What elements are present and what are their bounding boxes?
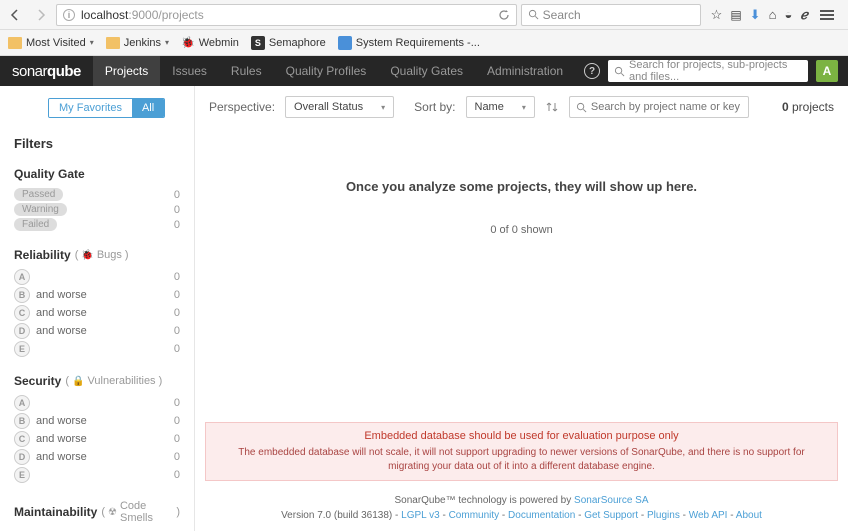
filters-title: Filters bbox=[14, 136, 194, 151]
facet-maintainability: Maintainability ( ☢ Code Smells ) A0 Ban… bbox=[14, 500, 194, 531]
user-avatar[interactable]: A bbox=[816, 60, 838, 82]
page-icon bbox=[338, 36, 352, 50]
sortby-select[interactable]: Name▾ bbox=[466, 96, 535, 118]
forward-button[interactable] bbox=[30, 4, 52, 26]
bookmark-most-visited[interactable]: Most Visited ▾ bbox=[8, 37, 94, 49]
bookmarks-bar: Most Visited ▾ Jenkins ▾ 🐞 Webmin S Sema… bbox=[0, 30, 848, 56]
warning-title: Embedded database should be used for eva… bbox=[226, 429, 817, 444]
chevron-down-icon: ▾ bbox=[165, 38, 169, 47]
bookmark-semaphore[interactable]: S Semaphore bbox=[251, 36, 326, 50]
nav-projects[interactable]: Projects bbox=[93, 56, 160, 86]
facet-security: Security ( 🔒 Vulnerabilities ) A0 Band w… bbox=[14, 374, 194, 484]
search-icon bbox=[614, 66, 625, 77]
radiation-icon: ☢ bbox=[108, 507, 117, 518]
sonarsource-link[interactable]: SonarSource SA bbox=[574, 495, 649, 506]
facet-row-failed[interactable]: Failed 0 bbox=[14, 217, 180, 232]
ladybug-icon: 🐞 bbox=[181, 36, 195, 49]
empty-message: Once you analyze some projects, they wil… bbox=[346, 179, 697, 194]
all-tab[interactable]: All bbox=[132, 99, 164, 117]
footer-link[interactable]: About bbox=[736, 510, 762, 521]
facet-header: Security ( 🔒 Vulnerabilities ) bbox=[14, 374, 180, 388]
project-search[interactable] bbox=[569, 96, 749, 118]
sortby-label: Sort by: bbox=[414, 100, 455, 114]
sidebar: My Favorites All Filters Quality Gate Pa… bbox=[0, 86, 195, 531]
chevron-down-icon: ▾ bbox=[90, 38, 94, 47]
nav-quality-profiles[interactable]: Quality Profiles bbox=[274, 56, 379, 86]
nav-issues[interactable]: Issues bbox=[160, 56, 219, 86]
footer-link[interactable]: Get Support bbox=[584, 510, 638, 521]
shown-count: 0 of 0 shown bbox=[490, 224, 552, 236]
facet-row-a[interactable]: A0 bbox=[14, 268, 180, 286]
sort-direction-button[interactable] bbox=[545, 100, 559, 114]
projects-count: 0 projects bbox=[782, 100, 834, 114]
bug-icon: 🐞 bbox=[81, 250, 93, 261]
nav-administration[interactable]: Administration bbox=[475, 56, 575, 86]
facet-header: Reliability ( 🐞 Bugs ) bbox=[14, 248, 180, 262]
app-logo[interactable]: sonarqube bbox=[0, 63, 93, 80]
projects-body: Once you analyze some projects, they wil… bbox=[195, 129, 848, 422]
warning-text: The embedded database will not scale, it… bbox=[238, 447, 804, 472]
project-search-input[interactable] bbox=[591, 101, 742, 113]
facet-row-warning[interactable]: Warning 0 bbox=[14, 202, 180, 217]
warning-banner: Embedded database should be used for eva… bbox=[205, 422, 838, 481]
pocket-icon[interactable]: ◒ bbox=[784, 7, 792, 22]
bookmark-webmin[interactable]: 🐞 Webmin bbox=[181, 36, 239, 49]
favorites-toggle: My Favorites All bbox=[48, 98, 165, 118]
reload-button[interactable] bbox=[498, 9, 510, 21]
semaphore-icon: S bbox=[251, 36, 265, 50]
folder-icon bbox=[106, 37, 120, 49]
folder-icon bbox=[8, 37, 22, 49]
chevron-down-icon: ▾ bbox=[381, 103, 385, 112]
bookmark-sysreq[interactable]: System Requirements -... bbox=[338, 36, 480, 50]
facet-row-b[interactable]: Band worse0 bbox=[14, 412, 180, 430]
facet-row-e[interactable]: E0 bbox=[14, 466, 180, 484]
facet-row-c[interactable]: Cand worse0 bbox=[14, 304, 180, 322]
back-button[interactable] bbox=[4, 4, 26, 26]
projects-toolbar: Perspective: Overall Status▾ Sort by: Na… bbox=[195, 86, 848, 129]
chevron-down-icon: ▾ bbox=[522, 103, 526, 112]
facet-header: Maintainability ( ☢ Code Smells ) bbox=[14, 500, 180, 524]
reader-icon[interactable]: ▤ bbox=[730, 8, 741, 22]
star-icon[interactable]: ☆ bbox=[711, 7, 723, 23]
footer-link[interactable]: Plugins bbox=[647, 510, 680, 521]
search-icon bbox=[528, 9, 539, 20]
bookmark-jenkins[interactable]: Jenkins ▾ bbox=[106, 37, 169, 49]
app-search[interactable]: Search for projects, sub-projects and fi… bbox=[608, 60, 808, 82]
perspective-select[interactable]: Overall Status▾ bbox=[285, 96, 394, 118]
facet-header: Quality Gate bbox=[14, 167, 180, 181]
facet-row-d[interactable]: Dand worse0 bbox=[14, 448, 180, 466]
footer-link[interactable]: Web API bbox=[689, 510, 728, 521]
facet-row-c[interactable]: Cand worse0 bbox=[14, 430, 180, 448]
menu-button[interactable] bbox=[816, 10, 838, 20]
info-icon: i bbox=[63, 9, 75, 21]
lock-icon: 🔒 bbox=[72, 376, 84, 387]
main-content: Perspective: Overall Status▾ Sort by: Na… bbox=[195, 86, 848, 531]
nav-quality-gates[interactable]: Quality Gates bbox=[378, 56, 475, 86]
url-bar[interactable]: i localhost:9000/projects bbox=[56, 4, 517, 26]
browser-toolbar: i localhost:9000/projects Search ☆ ▤ ⬇ ⌂… bbox=[0, 0, 848, 30]
footer-link[interactable]: LGPL v3 bbox=[401, 510, 440, 521]
facet-row-e[interactable]: E0 bbox=[14, 340, 180, 358]
facet-quality-gate: Quality Gate Passed 0 Warning 0 Failed 0 bbox=[14, 167, 194, 232]
facet-row-a[interactable]: A0 bbox=[14, 394, 180, 412]
help-button[interactable]: ? bbox=[584, 63, 600, 79]
footer-link[interactable]: Documentation bbox=[508, 510, 575, 521]
facet-row-d[interactable]: Dand worse0 bbox=[14, 322, 180, 340]
my-favorites-tab[interactable]: My Favorites bbox=[49, 99, 132, 117]
footer: SonarQube™ technology is powered by Sona… bbox=[195, 489, 848, 531]
footer-link[interactable]: Community bbox=[449, 510, 500, 521]
perspective-label: Perspective: bbox=[209, 100, 275, 114]
browser-search[interactable]: Search bbox=[521, 4, 701, 26]
search-icon bbox=[576, 102, 587, 113]
facet-reliability: Reliability ( 🐞 Bugs ) A0 Band worse0 Ca… bbox=[14, 248, 194, 358]
facet-row-b[interactable]: Band worse0 bbox=[14, 286, 180, 304]
addon-icon[interactable]: ℯ bbox=[800, 7, 808, 23]
nav-rules[interactable]: Rules bbox=[219, 56, 274, 86]
home-icon[interactable]: ⌂ bbox=[769, 7, 777, 22]
app-navbar: sonarqube Projects Issues Rules Quality … bbox=[0, 56, 848, 86]
browser-icons: ☆ ▤ ⬇ ⌂ ◒ ℯ bbox=[705, 7, 844, 23]
download-icon[interactable]: ⬇ bbox=[750, 7, 761, 23]
facet-row-passed[interactable]: Passed 0 bbox=[14, 187, 180, 202]
